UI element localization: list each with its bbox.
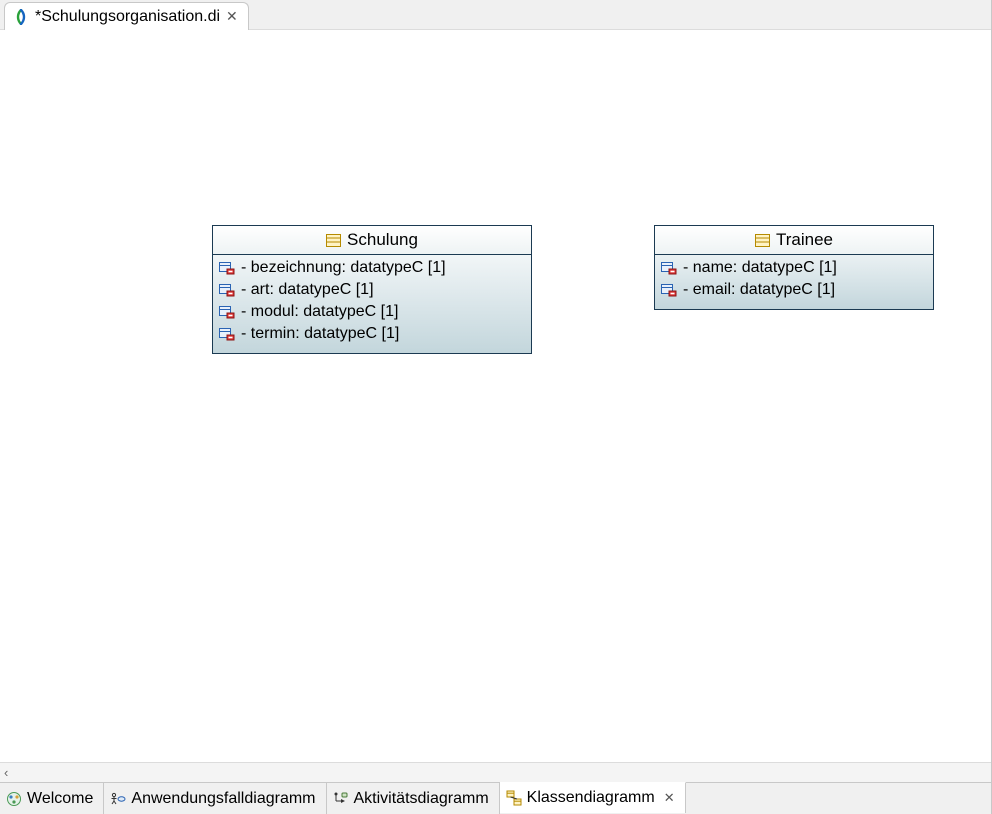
property-icon [661,284,677,297]
uml-class-name: Schulung [347,230,418,250]
close-icon[interactable]: ✕ [664,790,675,806]
activity-icon [333,791,349,807]
uml-attribute-text: - modul: datatypeC [1] [241,303,398,321]
uml-class-name: Trainee [776,230,833,250]
diagram-tab-classdia[interactable]: Klassendiagramm ✕ [500,782,686,813]
property-icon [219,262,235,275]
diagram-canvas[interactable]: Schulung - bezeichnung: datatypeC [1] - ar… [0,30,991,762]
uml-attribute-text: - bezeichnung: datatypeC [1] [241,259,446,277]
uml-attribute-text: - name: datatypeC [1] [683,259,837,277]
diagram-tab-bar: Welcome Anwendungsfalldiagramm Aktivitätsd… [0,782,991,814]
diagram-tab-usecase[interactable]: Anwendungsfalldiagramm [104,783,326,814]
diagram-tab-label: Klassendiagramm [527,789,655,807]
class-icon [326,234,341,247]
uml-attribute-text: - art: datatypeC [1] [241,281,374,299]
property-icon [219,328,235,341]
property-icon [219,306,235,319]
uml-class-title[interactable]: Trainee [655,226,933,255]
diagram-tab-label: Anwendungsfalldiagramm [131,790,315,808]
editor-tab[interactable]: *Schulungsorganisation.di ✕ [4,2,249,30]
usecase-icon [110,791,126,807]
uml-class-attributes: - bezeichnung: datatypeC [1] - art: datat… [213,255,531,353]
class-icon [755,234,770,247]
welcome-icon [6,791,22,807]
horizontal-scroll-area[interactable]: ‹ [0,762,991,782]
scroll-left-arrow[interactable]: ‹ [4,765,8,780]
papyrus-icon [13,9,29,25]
uml-class-schulung[interactable]: Schulung - bezeichnung: datatypeC [1] - ar… [212,225,532,354]
property-icon [661,262,677,275]
uml-attribute[interactable]: - bezeichnung: datatypeC [1] [219,259,523,277]
uml-attribute[interactable]: - modul: datatypeC [1] [219,303,523,321]
uml-attribute[interactable]: - name: datatypeC [1] [661,259,925,277]
editor-tab-bar: *Schulungsorganisation.di ✕ [0,0,991,30]
uml-class-title[interactable]: Schulung [213,226,531,255]
diagram-tab-label: Aktivitätsdiagramm [354,790,489,808]
uml-attribute[interactable]: - art: datatypeC [1] [219,281,523,299]
diagram-tab-welcome[interactable]: Welcome [0,783,104,814]
property-icon [219,284,235,297]
close-icon[interactable]: ✕ [226,8,238,25]
uml-attribute-text: - email: datatypeC [1] [683,281,835,299]
uml-attribute[interactable]: - email: datatypeC [1] [661,281,925,299]
uml-attribute-text: - termin: datatypeC [1] [241,325,399,343]
diagram-tab-activity[interactable]: Aktivitätsdiagramm [327,783,500,814]
editor-tab-title: *Schulungsorganisation.di [35,8,220,26]
uml-class-trainee[interactable]: Trainee - name: datatypeC [1] - email: dat… [654,225,934,310]
uml-class-attributes: - name: datatypeC [1] - email: datatypeC … [655,255,933,309]
diagram-tab-label: Welcome [27,790,93,808]
uml-attribute[interactable]: - termin: datatypeC [1] [219,325,523,343]
classdia-icon [506,790,522,806]
